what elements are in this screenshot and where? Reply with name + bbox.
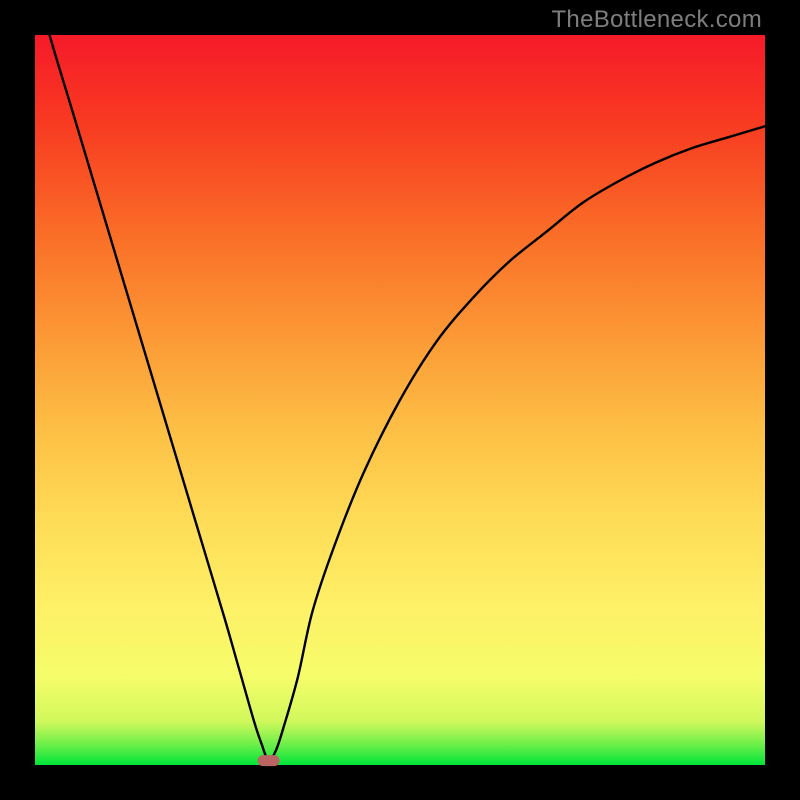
chart-frame: TheBottleneck.com: [0, 0, 800, 800]
curve-layer: [35, 35, 765, 765]
bottleneck-curve: [35, 0, 765, 761]
watermark-text: TheBottleneck.com: [551, 6, 762, 34]
min-marker: [258, 755, 280, 766]
